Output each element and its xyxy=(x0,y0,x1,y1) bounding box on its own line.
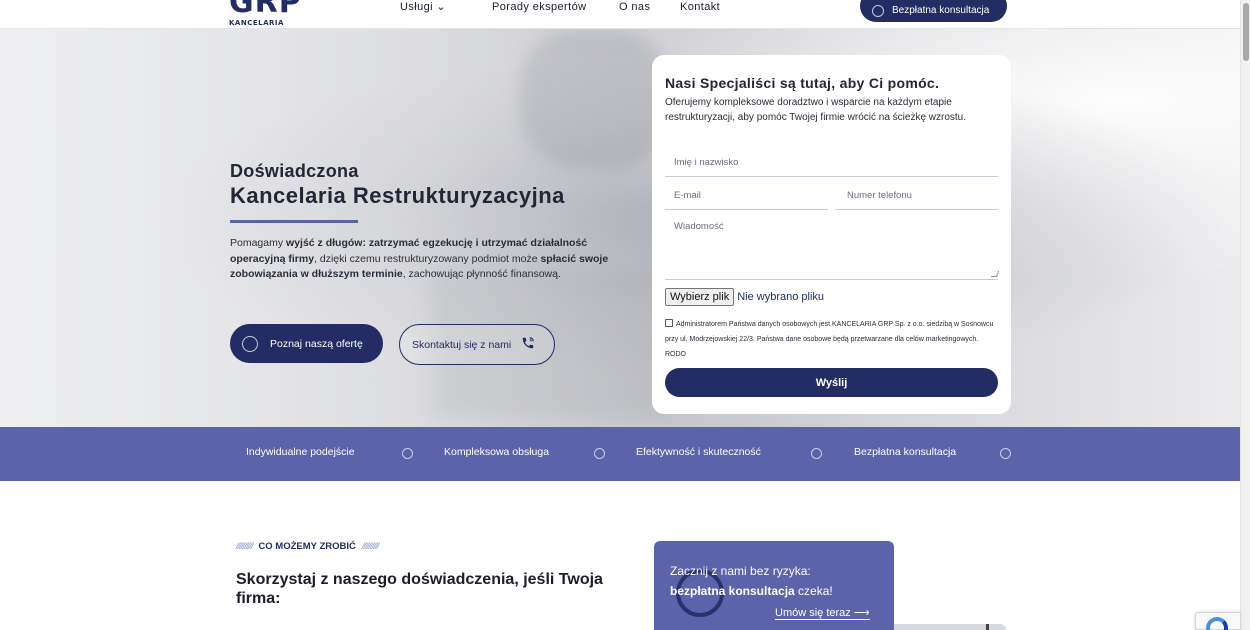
nav-item-uslugi[interactable]: Usługi ⌄ xyxy=(400,0,446,14)
circle-icon xyxy=(811,448,822,459)
promo-line: Zacznij z nami bez ryzyka: xyxy=(670,564,811,578)
feature-item: Kompleksowa obsługa xyxy=(444,446,550,458)
logo-subtext: KANCELARIA xyxy=(229,19,284,27)
consent-text: Administratorem Państwa danych osobowych… xyxy=(665,321,994,358)
promo-line: bezpłatna konsultacja czeka! xyxy=(670,584,833,598)
consent-block: Administratorem Państwa danych osobowych… xyxy=(665,317,995,362)
choose-file-button[interactable]: Wybierz plik xyxy=(665,288,735,306)
eyebrow-label: CO MOŻEMY ZROBIĆ xyxy=(258,541,356,552)
book-now-link[interactable]: Umów się teraz ⟶ xyxy=(775,606,870,620)
consent-checkbox[interactable] xyxy=(665,319,673,327)
hero-subtitle: Doświadczona xyxy=(230,161,359,181)
scrollbar[interactable] xyxy=(1240,0,1250,630)
logo[interactable]: GRP KANCELARIA xyxy=(229,0,302,27)
circle-icon xyxy=(594,448,605,459)
hero-overlay xyxy=(0,29,1240,427)
circle-icon xyxy=(872,4,884,17)
resize-grip-icon[interactable] xyxy=(990,271,1000,277)
hero-divider xyxy=(230,220,358,223)
promo-rest: czeka! xyxy=(794,584,833,598)
phone-icon xyxy=(521,336,535,353)
header-consultation-label: Bezpłatna konsultacja xyxy=(892,5,990,16)
site-header: GRP KANCELARIA Usługi ⌄ Porady ekspertów… xyxy=(0,0,1240,29)
hero-section: Doświadczona Kancelaria Restrukturyzacyj… xyxy=(0,29,1240,427)
email-field[interactable]: E-mail xyxy=(665,190,828,210)
header-consultation-button[interactable]: Bezpłatna konsultacja xyxy=(860,0,1007,22)
circle-icon xyxy=(1000,448,1011,459)
file-upload: Wybierz plik Nie wybrano pliku xyxy=(665,288,824,306)
recaptcha-badge[interactable] xyxy=(1195,612,1240,630)
file-status: Nie wybrano pliku xyxy=(737,291,825,303)
form-description: Oferujemy kompleksowe doradztwo i wsparc… xyxy=(665,97,967,123)
feature-item: Indywidualne podejście xyxy=(246,446,355,458)
slashes-decoration: ////////// xyxy=(236,541,253,552)
message-field[interactable]: Wiadomość xyxy=(665,221,1000,280)
phone-field[interactable]: Numer telefonu xyxy=(835,190,998,210)
offer-button-label: Poznaj naszą ofertę xyxy=(270,337,363,350)
name-field[interactable]: Imię i nazwisko xyxy=(665,157,998,177)
feature-item: Efektywność i skuteczność xyxy=(636,446,761,458)
contact-button-label: Skontaktuj się z nami xyxy=(412,338,512,351)
features-bar: Indywidualne podejście Kompleksowa obsłu… xyxy=(0,427,1240,481)
scrollbar-thumb[interactable] xyxy=(1243,3,1249,61)
promo-bold: bezpłatna konsultacja xyxy=(670,584,795,598)
message-placeholder: Wiadomość xyxy=(674,221,724,232)
section-title: Skorzystaj z naszego doświadczenia, jeśl… xyxy=(236,571,603,607)
name-placeholder: Imię i nazwisko xyxy=(674,157,739,168)
recaptcha-icon xyxy=(1206,617,1228,630)
hero-text-part: , zachowując płynność finansową. xyxy=(402,268,561,280)
hero-title: Kancelaria Restrukturyzacyjna xyxy=(230,183,565,208)
circle-icon xyxy=(242,335,258,352)
circle-icon xyxy=(402,448,413,459)
phone-placeholder: Numer telefonu xyxy=(847,190,912,201)
email-placeholder: E-mail xyxy=(674,190,701,201)
slashes-decoration: ////////// xyxy=(361,541,379,552)
logo-text: GRP xyxy=(229,0,302,20)
page: GRP KANCELARIA Usługi ⌄ Porady ekspertów… xyxy=(0,0,1250,630)
hero-description: Pomagamy wyjść z długów: zatrzymać egzek… xyxy=(230,236,615,283)
promo-card: Zacznij z nami bez ryzyka: bezpłatna kon… xyxy=(654,541,894,630)
contact-form-card: Nasi Specjaliści są tutaj, aby Ci pomóc.… xyxy=(652,55,1011,414)
contact-button[interactable]: Skontaktuj się z nami xyxy=(399,324,555,365)
nav-item-o-nas[interactable]: O nas xyxy=(619,0,650,14)
hero-text-part: , dzięki czemu restrukturyzowany podmiot… xyxy=(314,252,541,265)
nav-item-kontakt[interactable]: Kontakt xyxy=(680,0,720,14)
submit-button[interactable]: Wyślij xyxy=(665,368,998,397)
feature-item: Bezpłatna konsultacja xyxy=(854,446,957,458)
offer-button[interactable]: Poznaj naszą ofertę xyxy=(230,324,383,363)
section-image xyxy=(894,624,1006,630)
section-eyebrow: ////////// CO MOŻEMY ZROBIĆ ////////// xyxy=(236,541,379,552)
nav-item-porady[interactable]: Porady ekspertów xyxy=(492,0,586,14)
form-title: Nasi Specjaliści są tutaj, aby Ci pomóc. xyxy=(665,75,940,91)
hero-text-part: Pomagamy xyxy=(230,237,287,249)
